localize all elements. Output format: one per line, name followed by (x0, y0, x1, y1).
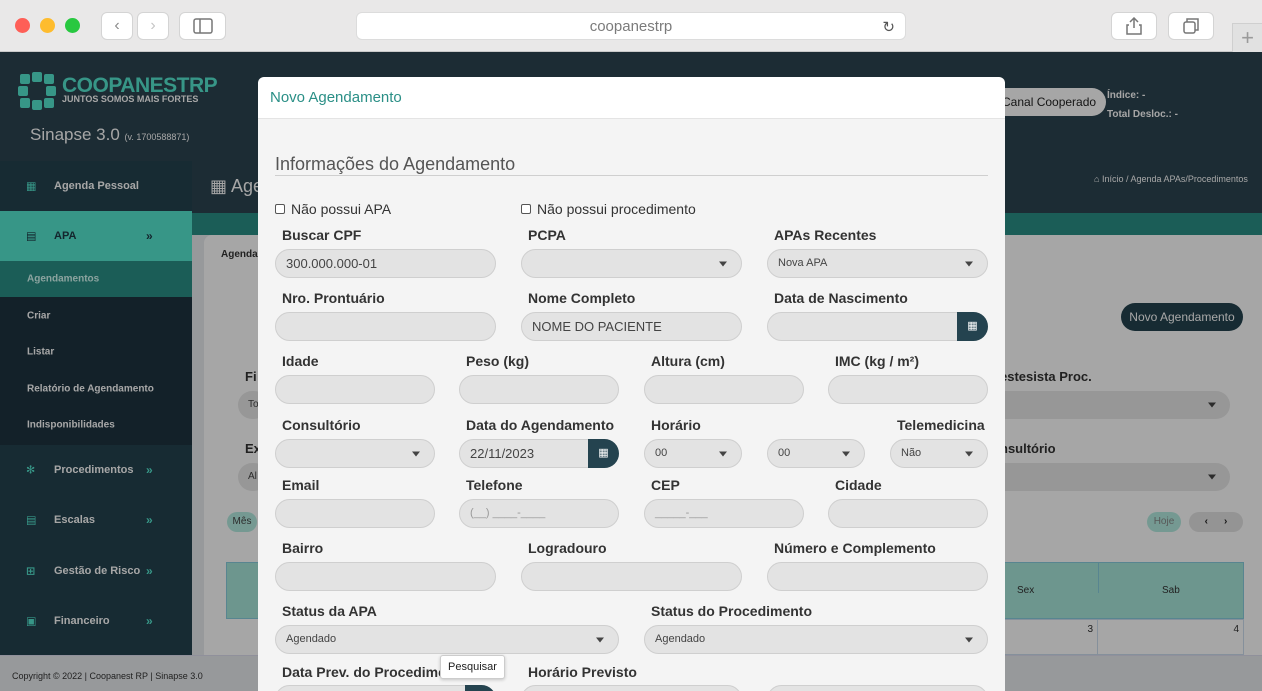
maximize-window-button[interactable] (65, 18, 80, 33)
section-title: Informações do Agendamento (275, 154, 516, 174)
telemedicina-label: Telemedicina (897, 417, 985, 433)
modal-header: Novo Agendamento (258, 77, 1005, 119)
chevron-down-icon (965, 451, 973, 456)
close-window-button[interactable] (15, 18, 30, 33)
imc-input[interactable] (828, 375, 988, 404)
horario-previsto-label: Horário Previsto (528, 664, 637, 680)
chevron-down-icon (719, 261, 727, 266)
apas-recentes-label: APAs Recentes (774, 227, 877, 243)
peso-input[interactable] (459, 375, 619, 404)
nome-completo-label: Nome Completo (528, 290, 636, 306)
chevron-down-icon (965, 261, 973, 266)
data-prev-procedimento-input[interactable] (275, 685, 496, 691)
nao-possui-apa-checkbox[interactable]: Não possui APA (275, 201, 391, 217)
email-label: Email (282, 477, 320, 493)
extra-field[interactable] (767, 685, 988, 691)
nro-prontuario-label: Nro. Prontuário (282, 290, 385, 306)
nao-possui-procedimento-checkbox[interactable]: Não possui procedimento (521, 201, 696, 217)
back-button[interactable]: ‹ (101, 12, 133, 40)
numero-complemento-input[interactable] (767, 562, 988, 591)
calendar-icon[interactable]: ▦ (588, 439, 619, 468)
url-text: coopanestrp (589, 17, 673, 35)
status-procedimento-label: Status do Procedimento (651, 603, 813, 619)
plus-icon: + (1241, 25, 1254, 50)
chevron-down-icon (412, 451, 420, 456)
modal-body: Informações do Agendamento Não possui AP… (258, 119, 1005, 691)
cep-label: CEP (651, 477, 680, 493)
peso-label: Peso (kg) (466, 353, 530, 369)
pcpa-label: PCPA (528, 227, 566, 243)
tabs-icon (1183, 18, 1199, 34)
data-agendamento-input[interactable]: 22/11/2023 ▦ (459, 439, 619, 468)
sidebar-icon (192, 18, 213, 34)
new-tab-button[interactable]: + (1232, 23, 1262, 52)
horario-hora-select[interactable]: 00 (644, 439, 742, 468)
chevron-left-icon: ‹ (114, 17, 120, 34)
horario-minuto-select[interactable]: 00 (767, 439, 865, 468)
calendar-icon[interactable]: ▦ (957, 312, 988, 341)
share-button[interactable] (1111, 12, 1157, 40)
email-input[interactable] (275, 499, 435, 528)
numero-complemento-label: Número e Complemento (774, 540, 936, 556)
cep-input[interactable]: _____-___ (644, 499, 804, 528)
checkbox-label: Não possui procedimento (537, 201, 696, 217)
bairro-input[interactable] (275, 562, 496, 591)
chevron-down-icon (719, 451, 727, 456)
pcpa-select[interactable] (521, 249, 742, 278)
buscar-cpf-input[interactable]: 300.000.000-01 (275, 249, 496, 278)
chevron-right-icon: › (150, 17, 156, 34)
idade-input[interactable] (275, 375, 435, 404)
modal-title: Novo Agendamento (270, 89, 402, 106)
data-prev-procedimento-label: Data Prev. do Procediment (282, 664, 460, 680)
telefone-label: Telefone (466, 477, 523, 493)
pesquisar-tooltip: Pesquisar (440, 655, 505, 679)
nome-completo-input[interactable]: NOME DO PACIENTE (521, 312, 742, 341)
checkbox-label: Não possui APA (291, 201, 392, 217)
horario-previsto-select[interactable] (521, 685, 742, 691)
address-bar[interactable]: coopanestrp ↻ (356, 12, 906, 40)
data-nascimento-label: Data de Nascimento (774, 290, 908, 306)
status-apa-select[interactable]: Agendado (275, 625, 619, 654)
status-procedimento-select[interactable]: Agendado (644, 625, 988, 654)
consultorio-select[interactable] (275, 439, 435, 468)
altura-label: Altura (cm) (651, 353, 725, 369)
imc-label: IMC (kg / m²) (835, 353, 919, 369)
telefone-input[interactable]: (__) ____-____ (459, 499, 619, 528)
consultorio-label: Consultório (282, 417, 361, 433)
reload-icon[interactable]: ↻ (882, 18, 895, 36)
sidebar-toggle-button[interactable] (179, 12, 226, 40)
checkbox-box[interactable] (275, 204, 285, 214)
checkbox-box[interactable] (521, 204, 531, 214)
data-nascimento-input[interactable]: ▦ (767, 312, 988, 341)
data-agendamento-label: Data do Agendamento (466, 417, 615, 433)
section-divider (275, 175, 988, 176)
altura-input[interactable] (644, 375, 804, 404)
minimize-window-button[interactable] (40, 18, 55, 33)
tabs-button[interactable] (1168, 12, 1214, 40)
bairro-label: Bairro (282, 540, 324, 556)
cidade-label: Cidade (835, 477, 882, 493)
share-icon (1126, 17, 1142, 35)
browser-chrome: ‹ › coopanestrp ↻ + (0, 0, 1262, 52)
logradouro-label: Logradouro (528, 540, 607, 556)
forward-button[interactable]: › (137, 12, 169, 40)
buscar-cpf-label: Buscar CPF (282, 227, 362, 243)
logradouro-input[interactable] (521, 562, 742, 591)
calendar-icon[interactable] (465, 685, 496, 691)
telemedicina-select[interactable]: Não (890, 439, 988, 468)
status-apa-label: Status da APA (282, 603, 377, 619)
idade-label: Idade (282, 353, 319, 369)
horario-label: Horário (651, 417, 701, 433)
cidade-input[interactable] (828, 499, 988, 528)
chevron-down-icon (965, 637, 973, 642)
nro-prontuario-input[interactable] (275, 312, 496, 341)
chevron-down-icon (842, 451, 850, 456)
apas-recentes-select[interactable]: Nova APA (767, 249, 988, 278)
chevron-down-icon (596, 637, 604, 642)
novo-agendamento-modal: Novo Agendamento Informações do Agendame… (258, 77, 1005, 691)
